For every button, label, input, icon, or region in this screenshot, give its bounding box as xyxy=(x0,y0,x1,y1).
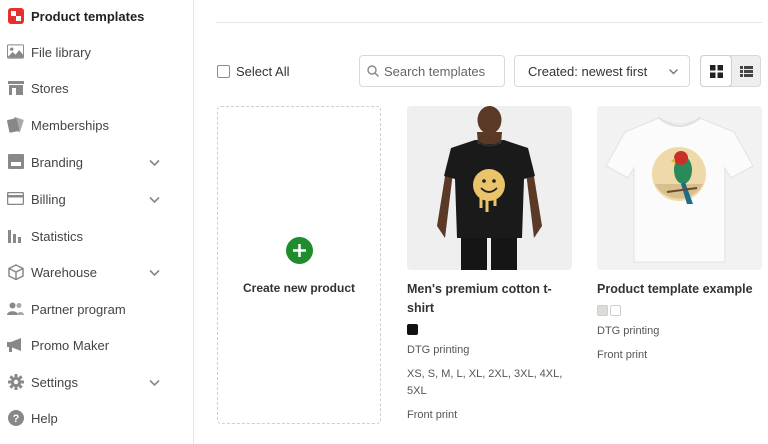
sidebar-item-partner-program[interactable]: Partner program xyxy=(0,291,194,327)
size-list: XS, S, M, L, XL, 2XL, 3XL, 4XL, 5XL xyxy=(407,368,563,397)
create-product-label: Create new product xyxy=(242,281,356,295)
sidebar-item-label: Promo Maker xyxy=(31,337,110,353)
product-title[interactable]: Product template example xyxy=(597,280,762,299)
printing-method: DTG printing xyxy=(407,344,470,356)
image-icon xyxy=(7,43,24,60)
sidebar-item-branding[interactable]: Branding xyxy=(0,144,194,180)
sidebar-item-label: Help xyxy=(31,410,58,426)
print-placement: Front print xyxy=(597,349,648,361)
product-card: Men's premium cotton t-shirt DTG printin… xyxy=(407,106,572,424)
gear-icon xyxy=(7,373,24,390)
store-icon xyxy=(7,79,24,96)
view-toggle xyxy=(700,55,761,87)
create-product-card[interactable]: Create new product xyxy=(217,106,381,424)
sidebar-item-file-library[interactable]: File library xyxy=(0,34,194,70)
plus-icon xyxy=(286,237,313,264)
sidebar-item-warehouse[interactable]: Warehouse xyxy=(0,254,194,290)
color-swatch xyxy=(597,305,608,316)
color-swatches xyxy=(597,305,762,316)
sidebar: Product templates File library Stores Me… xyxy=(0,0,194,444)
list-view-icon xyxy=(739,65,753,77)
box-icon xyxy=(7,263,24,280)
search-input[interactable] xyxy=(384,61,500,81)
svg-text:?: ? xyxy=(12,413,19,425)
sidebar-item-help[interactable]: ? Help xyxy=(0,400,194,436)
sidebar-item-promo-maker[interactable]: Promo Maker xyxy=(0,327,194,363)
select-all[interactable]: Select All xyxy=(217,63,289,79)
color-swatch xyxy=(610,305,621,316)
sidebar-item-label: Warehouse xyxy=(31,264,97,280)
branding-icon xyxy=(7,153,24,170)
grid-view-icon xyxy=(709,64,723,78)
color-swatches xyxy=(407,324,572,335)
chevron-down-icon[interactable] xyxy=(148,193,161,206)
product-title[interactable]: Men's premium cotton t-shirt xyxy=(407,280,572,318)
membership-icon xyxy=(7,116,24,133)
sidebar-item-stores[interactable]: Stores xyxy=(0,70,194,106)
bar-chart-icon xyxy=(7,227,24,244)
chevron-down-icon[interactable] xyxy=(148,266,161,279)
sidebar-item-settings[interactable]: Settings xyxy=(0,364,194,400)
grid-view-button[interactable] xyxy=(701,56,731,86)
select-all-label: Select All xyxy=(236,63,290,79)
select-all-checkbox[interactable] xyxy=(217,64,230,78)
sidebar-item-label: Statistics xyxy=(31,228,84,244)
sidebar-item-label: Partner program xyxy=(31,301,126,317)
search-box[interactable] xyxy=(359,55,505,87)
sidebar-item-memberships[interactable]: Memberships xyxy=(0,107,194,143)
credit-card-icon xyxy=(7,190,24,207)
chevron-down-icon[interactable] xyxy=(148,156,161,169)
sidebar-item-label: Settings xyxy=(31,374,78,390)
header-divider xyxy=(216,22,762,23)
sidebar-item-label: Branding xyxy=(31,154,84,170)
product-image[interactable] xyxy=(407,106,572,270)
sidebar-item-label: Stores xyxy=(31,80,69,96)
sidebar-item-label: Billing xyxy=(31,191,66,207)
sidebar-item-statistics[interactable]: Statistics xyxy=(0,218,194,254)
product-card: Product template example DTG printing Fr… xyxy=(597,106,762,364)
sort-dropdown[interactable]: Created: newest first xyxy=(514,55,690,87)
sidebar-item-label: Product templates xyxy=(31,8,145,24)
sidebar-item-label: Memberships xyxy=(31,117,110,133)
print-placement: Front print xyxy=(407,409,458,421)
sidebar-item-label: File library xyxy=(31,44,91,60)
printing-method: DTG printing xyxy=(597,325,660,337)
chevron-down-icon[interactable] xyxy=(148,376,161,389)
product-templates-icon xyxy=(7,7,24,24)
megaphone-icon xyxy=(7,336,24,353)
color-swatch xyxy=(407,324,418,335)
product-image[interactable] xyxy=(597,106,762,270)
people-icon xyxy=(7,300,24,317)
sidebar-item-product-templates[interactable]: Product templates xyxy=(0,0,194,34)
help-icon: ? xyxy=(7,409,24,426)
chevron-down-icon xyxy=(669,69,678,75)
sidebar-item-billing[interactable]: Billing xyxy=(0,181,194,217)
sort-value: Created: newest first xyxy=(528,64,648,79)
search-icon xyxy=(367,65,379,77)
list-view-button[interactable] xyxy=(731,56,761,86)
